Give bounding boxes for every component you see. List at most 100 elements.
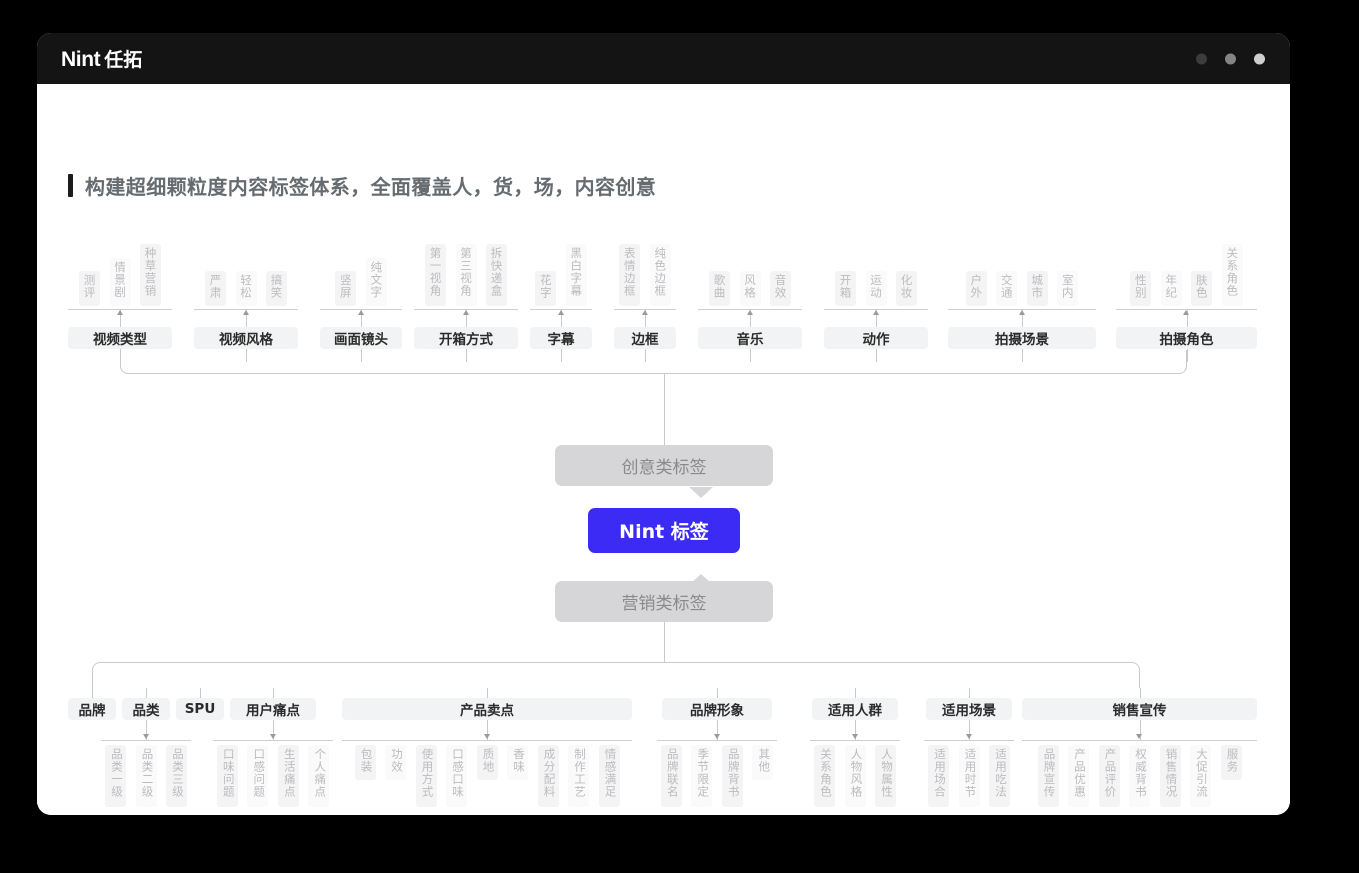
creative-tag[interactable]: 花字	[535, 271, 557, 306]
marketing-tag[interactable]: 品牌背书	[721, 745, 743, 807]
creative-bracket	[120, 350, 1187, 374]
group-bracket-tick	[1139, 688, 1141, 698]
marketing-tag[interactable]: 使用方式	[415, 745, 437, 807]
creative-tag[interactable]: 肤色	[1191, 271, 1213, 306]
creative-tag[interactable]: 音效	[770, 271, 791, 306]
marketing-tag[interactable]: 人物风格	[844, 745, 866, 807]
marketing-tag[interactable]: 口感问题	[247, 745, 269, 807]
marketing-tag[interactable]: 成分配料	[537, 745, 559, 807]
marketing-tag[interactable]: 销售情况	[1159, 745, 1181, 807]
creative-tag[interactable]: 黑白字幕	[565, 244, 587, 306]
logo-text-chinese: 任拓	[104, 49, 143, 71]
marketing-group-label[interactable]: 适用场景	[926, 698, 1012, 720]
marketing-tag[interactable]: 口味问题	[216, 745, 238, 807]
creative-tag[interactable]: 第三视角	[455, 244, 477, 306]
creative-group-label[interactable]: 拍摄场景	[948, 327, 1096, 349]
marketing-tag[interactable]: 品类三级	[166, 745, 187, 807]
nint-core-box[interactable]: Nint 标签	[588, 508, 740, 553]
marketing-tag[interactable]: 适用吃法	[989, 745, 1010, 807]
marketing-tag[interactable]: 关系角色	[814, 745, 835, 807]
app-window: Nint 任拓 构建超细颗粒度内容标签体系，全面覆盖人，货，场，内容创意 测评情…	[37, 33, 1290, 815]
creative-group-label[interactable]: 开箱方式	[414, 327, 518, 349]
marketing-tag[interactable]: 适用时节	[958, 745, 980, 807]
creative-group-label[interactable]: 动作	[824, 327, 928, 349]
page-title: 构建超细颗粒度内容标签体系，全面覆盖人，货，场，内容创意	[68, 171, 656, 200]
marketing-tag[interactable]: 季节限定	[691, 745, 713, 807]
creative-tag[interactable]: 户外	[965, 271, 987, 306]
group-bracket-tick	[146, 688, 147, 698]
creative-group-label[interactable]: 拍摄角色	[1116, 327, 1257, 349]
group-baseline	[342, 740, 632, 741]
window-dot-2-icon[interactable]	[1225, 53, 1236, 64]
marketing-center-stem	[664, 622, 665, 662]
creative-group-label[interactable]: 边框	[614, 327, 676, 349]
marketing-group-label[interactable]: 品类	[122, 698, 170, 720]
marketing-group-label[interactable]: 品牌	[68, 698, 116, 720]
marketing-group-label[interactable]: 销售宣传	[1022, 698, 1257, 720]
creative-tag[interactable]: 城市	[1026, 271, 1048, 306]
marketing-tag[interactable]: 服务	[1220, 745, 1242, 780]
creative-group-label[interactable]: 视频风格	[194, 327, 298, 349]
creative-tag[interactable]: 情景剧	[109, 257, 131, 306]
marketing-tag[interactable]: 功效	[385, 745, 406, 780]
creative-tag[interactable]: 轻松	[235, 271, 257, 306]
marketing-group-label[interactable]: 品牌形象	[662, 698, 772, 720]
marketing-tag[interactable]: 香味	[507, 745, 528, 780]
creative-tag[interactable]: 种草营销	[140, 244, 161, 306]
creative-tag[interactable]: 表情边框	[619, 244, 641, 306]
group-arrow-down-icon	[483, 734, 490, 739]
creative-tag[interactable]: 室内	[1057, 271, 1079, 306]
marketing-tag[interactable]: 包装	[354, 745, 376, 780]
marketing-tag[interactable]: 品牌宣传	[1037, 745, 1059, 807]
creative-tag[interactable]: 纯色边框	[649, 244, 671, 306]
marketing-tag[interactable]: 情感满足	[598, 745, 620, 807]
marketing-group-label[interactable]: 适用人群	[812, 698, 898, 720]
page-title-text: 构建超细颗粒度内容标签体系，全面覆盖人，货，场，内容创意	[85, 175, 657, 199]
creative-tag[interactable]: 性别	[1130, 271, 1152, 306]
marketing-tag[interactable]: 适用场合	[928, 745, 949, 807]
marketing-tag[interactable]: 产品优惠	[1068, 745, 1089, 807]
creative-tag[interactable]: 拆快递盒	[486, 244, 507, 306]
marketing-tag[interactable]: 质地	[476, 745, 498, 780]
creative-category-box[interactable]: 创意类标签	[555, 445, 773, 486]
window-dot-1-icon[interactable]	[1196, 53, 1207, 64]
creative-group-label[interactable]: 字幕	[530, 327, 592, 349]
marketing-tag[interactable]: 其他	[752, 745, 774, 780]
creative-tag[interactable]: 纯文字	[365, 257, 387, 306]
marketing-tag[interactable]: 个人痛点	[308, 745, 330, 807]
creative-tag[interactable]: 搞笑	[266, 271, 287, 306]
creative-center-stem	[664, 374, 665, 445]
creative-tag[interactable]: 风格	[739, 271, 761, 306]
creative-tag[interactable]: 测评	[79, 271, 100, 306]
marketing-tag[interactable]: 口感口味	[446, 745, 467, 807]
group-bracket-tick	[855, 688, 856, 698]
creative-tag[interactable]: 化妆	[896, 271, 917, 306]
marketing-tag[interactable]: 品类二级	[135, 745, 157, 807]
marketing-tag[interactable]: 权威背书	[1129, 745, 1150, 807]
marketing-group-label[interactable]: SPU	[176, 698, 224, 720]
creative-tag[interactable]: 第一视角	[425, 244, 446, 306]
creative-group-label[interactable]: 音乐	[698, 327, 802, 349]
creative-tag[interactable]: 开箱	[835, 271, 856, 306]
creative-group-label[interactable]: 画面镜头	[320, 327, 402, 349]
marketing-group-label[interactable]: 用户痛点	[230, 698, 316, 720]
creative-tag[interactable]: 运动	[865, 271, 887, 306]
marketing-category-box[interactable]: 营销类标签	[555, 581, 773, 622]
creative-tag[interactable]: 关系角色	[1221, 244, 1243, 306]
creative-group-label[interactable]: 视频类型	[68, 327, 172, 349]
group-bracket-tick	[487, 688, 488, 698]
creative-tag[interactable]: 严肃	[205, 271, 226, 306]
window-dot-3-icon[interactable]	[1254, 53, 1265, 64]
marketing-tag[interactable]: 大促引流	[1190, 745, 1211, 807]
marketing-tag[interactable]: 生活痛点	[277, 745, 299, 807]
marketing-tag[interactable]: 品牌联名	[660, 745, 682, 807]
marketing-tag[interactable]: 制作工艺	[568, 745, 589, 807]
marketing-group-label[interactable]: 产品卖点	[342, 698, 632, 720]
creative-tag[interactable]: 交通	[996, 271, 1018, 306]
creative-tag[interactable]: 年纪	[1160, 271, 1182, 306]
marketing-tag[interactable]: 品类一级	[105, 745, 126, 807]
creative-tag[interactable]: 竖屏	[335, 271, 357, 306]
marketing-tag[interactable]: 人物属性	[875, 745, 896, 807]
marketing-tag[interactable]: 产品评价	[1098, 745, 1120, 807]
creative-tag[interactable]: 歌曲	[709, 271, 730, 306]
